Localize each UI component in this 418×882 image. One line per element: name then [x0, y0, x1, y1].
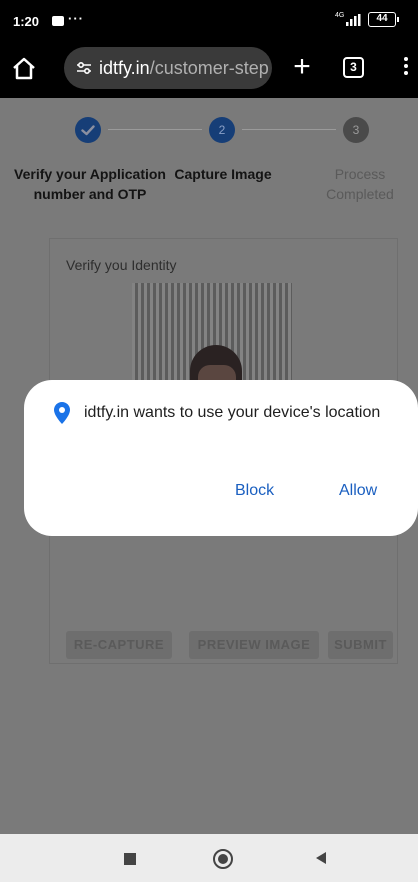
step-2-label: Capture Image — [174, 166, 272, 182]
allow-button[interactable]: Allow — [339, 482, 377, 500]
dialog-message: idtfy.in wants to use your device's loca… — [84, 404, 381, 421]
home-nav-icon[interactable] — [213, 849, 233, 869]
step-3-label: Process Completed — [326, 166, 394, 202]
plus-icon: + — [293, 50, 311, 83]
home-icon — [13, 57, 35, 80]
recapture-button[interactable]: RE-CAPTURE — [66, 631, 172, 659]
browser-toolbar: idtfy.in/customer-step + 3 — [0, 40, 418, 98]
url-host: idtfy.in — [99, 58, 150, 78]
url-text: idtfy.in/customer-step — [99, 58, 269, 79]
stepper-connector — [242, 129, 336, 130]
signal-icon — [346, 14, 361, 26]
new-tab-button[interactable]: + — [286, 49, 318, 87]
back-icon[interactable] — [316, 852, 326, 864]
system-nav-bar — [0, 834, 418, 882]
card-title: Verify you Identity — [66, 257, 177, 273]
location-permission-dialog: idtfy.in wants to use your device's loca… — [24, 380, 418, 536]
tab-switcher-button[interactable]: 3 — [343, 57, 364, 78]
message-notification-icon — [52, 16, 64, 26]
site-settings-icon[interactable] — [76, 60, 92, 76]
block-button[interactable]: Block — [235, 482, 274, 500]
status-bar: 1:20 ··· 4G 44 — [0, 0, 418, 40]
battery-icon: 44 — [368, 12, 399, 27]
recents-icon[interactable] — [124, 853, 136, 865]
step-1-label: Verify your Application number and OTP — [14, 166, 166, 202]
step-3-circle: 3 — [343, 117, 369, 143]
step-2-circle: 2 — [209, 117, 235, 143]
status-time: 1:20 — [13, 14, 40, 29]
location-pin-icon — [54, 402, 70, 424]
network-type: 4G — [335, 12, 345, 19]
more-notifications-icon: ··· — [68, 11, 84, 26]
check-icon — [81, 125, 95, 136]
address-bar[interactable]: idtfy.in/customer-step — [64, 47, 272, 89]
url-path: /customer-step — [149, 58, 269, 78]
captured-photo — [132, 283, 292, 383]
submit-button[interactable]: SUBMIT — [328, 631, 393, 659]
preview-image-button[interactable]: PREVIEW IMAGE — [189, 631, 319, 659]
stepper-connector — [108, 129, 202, 130]
more-vert-icon[interactable] — [396, 54, 416, 82]
home-button[interactable] — [8, 53, 40, 85]
step-1-circle — [75, 117, 101, 143]
